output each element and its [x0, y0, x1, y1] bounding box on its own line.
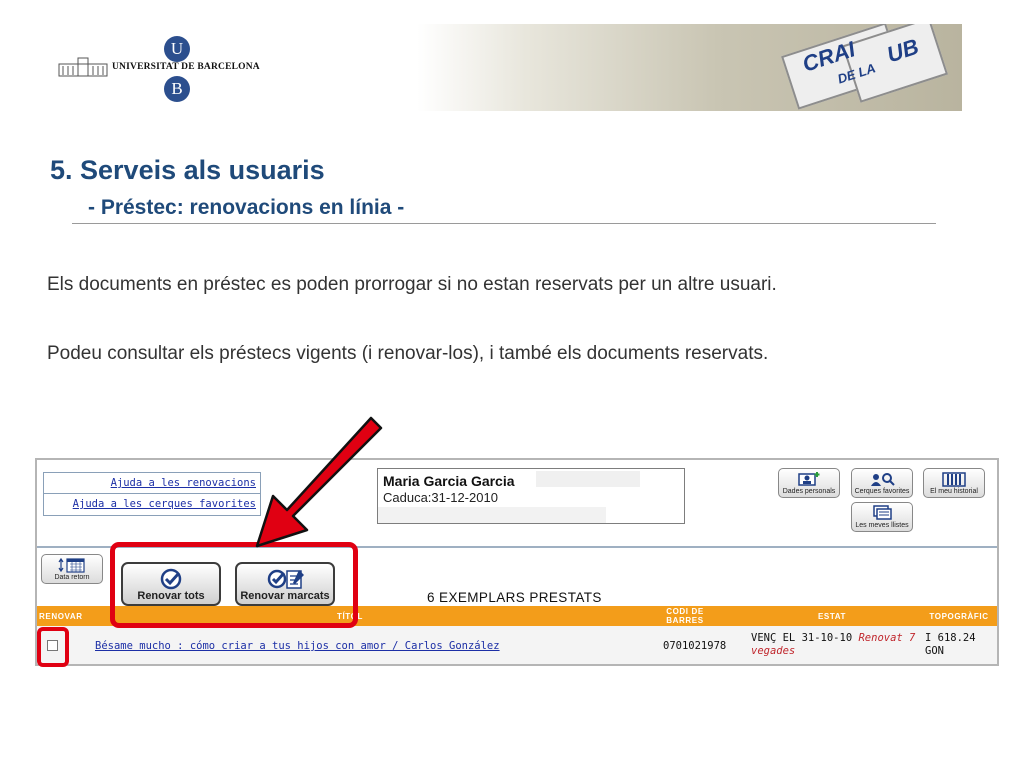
table-row: Bésame mucho : cómo criar a tus hijos co… [37, 626, 997, 664]
ub-logo: UNIVERSITAT DE BARCELONA U B [58, 36, 260, 102]
title-divider [72, 223, 936, 224]
user-name: Maria Garcia Garcia [383, 473, 515, 489]
card-expiry: Caduca:31-12-2010 [383, 490, 498, 505]
slide-subtitle: - Préstec: renovacions en línia - [88, 196, 405, 219]
logo-letter-b: B [164, 76, 190, 102]
historial-button[interactable]: El meu historial [923, 468, 985, 498]
loans-count: 6 EXEMPLARS PRESTATS [427, 590, 602, 605]
cerques-favorites-label: Cerques favorites [854, 488, 910, 495]
loan-status: VENÇ EL 31-10-10 Renovat 7 vegades [751, 632, 923, 658]
help-link-cerques-favorites[interactable]: Ajuda a les cerques favorites [44, 493, 260, 513]
cerques-favorites-button[interactable]: Cerques favorites [851, 468, 913, 498]
calendar-sort-icon [58, 557, 85, 573]
data-retorn-button[interactable]: Data retorn [41, 554, 103, 584]
arrow-icon [255, 416, 383, 548]
masked-field [536, 471, 640, 487]
lists-icon [873, 505, 892, 520]
loan-due-date: VENÇ EL 31-10-10 [751, 632, 853, 644]
loan-barcode: 0701021978 [663, 640, 727, 652]
university-name: UNIVERSITAT DE BARCELONA [112, 62, 260, 72]
llistes-button[interactable]: Les meves llistes [851, 502, 913, 532]
dades-personals-label: Dades personals [782, 488, 836, 495]
historial-label: El meu historial [930, 488, 978, 495]
favorite-search-icon [871, 473, 895, 486]
paragraph-consult-info: Podeu consultar els préstecs vigents (i … [47, 343, 769, 364]
call-number-line: GON [925, 645, 944, 657]
paragraph-renewal-info: Els documents en préstec es poden prorro… [47, 274, 777, 295]
logo-letter-u: U [164, 36, 190, 62]
history-icon [942, 472, 966, 487]
help-link-renovacions[interactable]: Ajuda a les renovacions [44, 473, 260, 493]
dades-personals-button[interactable]: Dades personals [778, 468, 840, 498]
personal-data-icon [798, 472, 820, 486]
llistes-label: Les meves llistes [855, 522, 909, 529]
loan-title-link[interactable]: Bésame mucho : cómo criar a tus hijos co… [95, 640, 500, 652]
column-header-codi: CODI DE BARRES [666, 607, 704, 625]
checkbox-highlight [37, 627, 69, 667]
column-header-renovar: RENOVAR [39, 611, 83, 621]
data-retorn-label: Data retorn [54, 574, 90, 581]
slide-title: 5. Serveis als usuaris [50, 155, 325, 185]
university-building-icon [58, 57, 108, 77]
masked-field [378, 507, 606, 523]
account-header: Ajuda a les renovacions Ajuda a les cerq… [37, 460, 997, 548]
help-links-box: Ajuda a les renovacions Ajuda a les cerq… [43, 472, 261, 516]
crai-banner: CRAI UB DE LA [417, 24, 962, 111]
call-number-line: I 618.24 [925, 632, 976, 644]
renew-buttons-highlight [110, 542, 358, 628]
column-header-topografic: TOPOGRÀFIC [929, 611, 989, 621]
user-info-box: Maria Garcia Garcia Caduca:31-12-2010 [377, 468, 685, 524]
loan-call-number: I 618.24 GON [925, 632, 976, 658]
column-header-estat: ESTAT [817, 611, 847, 621]
